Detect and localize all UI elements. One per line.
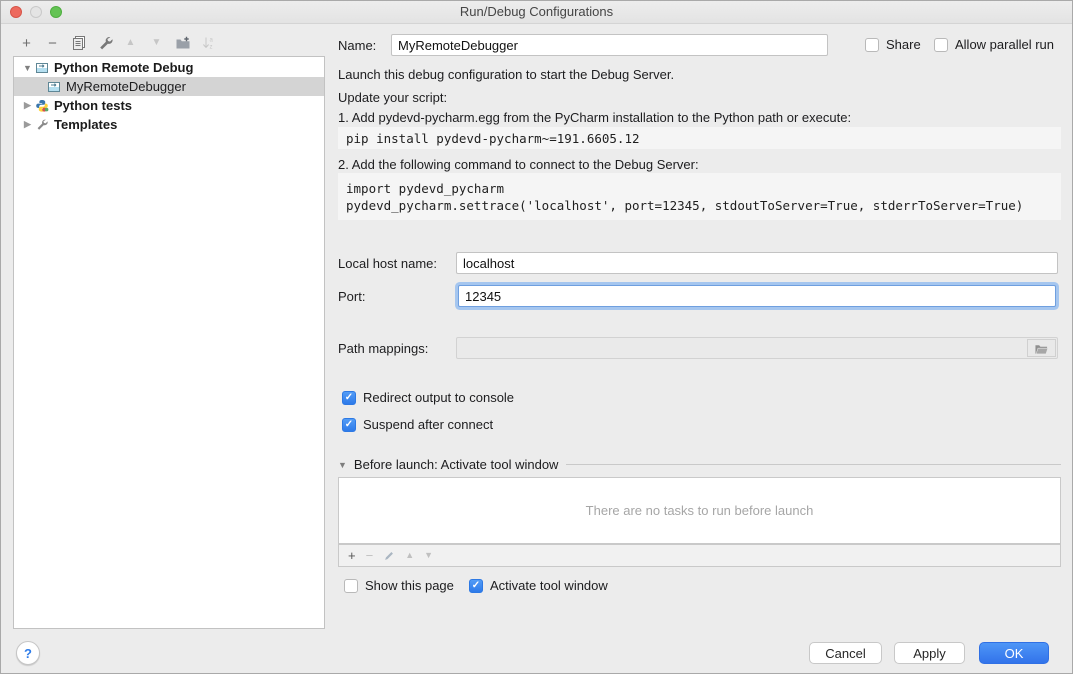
step2-text: 2. Add the following command to connect … <box>338 157 699 172</box>
tree-item-label: Templates <box>54 117 117 132</box>
settrace-code[interactable]: import pydevd_pycharm pydevd_pycharm.set… <box>338 173 1061 220</box>
redirect-output-label: Redirect output to console <box>363 390 514 405</box>
minus-icon: − <box>48 36 57 51</box>
browse-path-mappings-button[interactable] <box>1027 339 1056 357</box>
question-mark-icon: ? <box>24 646 32 661</box>
remote-debug-icon <box>35 61 50 75</box>
allow-parallel-checkbox-row: Allow parallel run <box>934 37 1054 52</box>
description-text: Launch this debug configuration to start… <box>338 67 674 82</box>
chevron-right-icon[interactable]: ▶ <box>22 119 33 130</box>
help-button[interactable]: ? <box>16 641 40 665</box>
before-launch-title: Before launch: Activate tool window <box>354 457 559 472</box>
plus-icon: + <box>22 36 31 51</box>
path-mappings-field[interactable] <box>456 337 1058 359</box>
copy-icon <box>71 35 87 51</box>
add-task-button[interactable]: + <box>348 549 356 562</box>
show-this-page-row: Show this page <box>344 578 454 593</box>
local-host-input[interactable] <box>456 252 1058 274</box>
copy-configuration-button[interactable] <box>70 35 87 52</box>
wrench-icon <box>97 35 113 51</box>
suspend-after-connect-row: Suspend after connect <box>342 417 493 432</box>
window-title: Run/Debug Configurations <box>1 1 1072 23</box>
remote-debug-icon <box>47 80 62 94</box>
step1-text: 1. Add pydevd-pycharm.egg from the PyCha… <box>338 110 851 125</box>
move-down-button[interactable]: ▼ <box>148 35 165 52</box>
share-checkbox-row: Share <box>865 37 921 52</box>
edit-task-button[interactable] <box>383 550 395 562</box>
close-window-button[interactable] <box>10 6 22 18</box>
edit-templates-button[interactable] <box>96 35 113 52</box>
port-label: Port: <box>338 289 365 304</box>
sort-configurations-button[interactable]: a z <box>200 35 217 52</box>
configurations-toolbar: + − ▲ ▼ a z <box>18 34 217 52</box>
pip-command-text: pip install pydevd-pycharm~=191.6605.12 <box>346 130 1053 147</box>
path-mappings-label: Path mappings: <box>338 341 428 356</box>
arrow-up-icon: ▲ <box>126 38 136 48</box>
settrace-code-line1: import pydevd_pycharm <box>346 180 1053 197</box>
activate-tool-window-label: Activate tool window <box>490 578 608 593</box>
name-label: Name: <box>338 38 376 53</box>
activate-tool-window-row: Activate tool window <box>469 578 608 593</box>
show-this-page-checkbox[interactable] <box>344 579 358 593</box>
tree-item-label: Python tests <box>54 98 132 113</box>
redirect-output-row: Redirect output to console <box>342 390 514 405</box>
suspend-after-connect-label: Suspend after connect <box>363 417 493 432</box>
redirect-output-checkbox[interactable] <box>342 391 356 405</box>
remove-task-button[interactable]: − <box>366 549 374 562</box>
allow-parallel-run-label: Allow parallel run <box>955 37 1054 52</box>
tree-item-templates[interactable]: ▶ Templates <box>14 115 324 134</box>
remove-configuration-button[interactable]: − <box>44 35 61 52</box>
share-label: Share <box>886 37 921 52</box>
folder-plus-icon <box>175 35 191 51</box>
ok-button[interactable]: OK <box>979 642 1049 664</box>
update-script-text: Update your script: <box>338 90 447 105</box>
tree-item-python-tests[interactable]: ▶ Python tests <box>14 96 324 115</box>
before-launch-task-list[interactable]: There are no tasks to run before launch <box>338 477 1061 544</box>
pip-command-code[interactable]: pip install pydevd-pycharm~=191.6605.12 <box>338 127 1061 149</box>
svg-text:a: a <box>209 38 213 44</box>
tree-item-label: MyRemoteDebugger <box>66 79 186 94</box>
add-configuration-button[interactable]: + <box>18 35 35 52</box>
move-task-down-button[interactable]: ▼ <box>424 551 433 560</box>
section-divider <box>566 464 1061 465</box>
show-this-page-label: Show this page <box>365 578 454 593</box>
before-launch-toolbar: + − ▲ ▼ <box>338 544 1061 567</box>
name-input[interactable] <box>391 34 828 56</box>
port-input[interactable] <box>458 285 1056 307</box>
configurations-tree: ▼ Python Remote Debug MyRemoteDebugger <box>13 56 325 629</box>
svg-text:z: z <box>209 45 212 51</box>
no-tasks-text: There are no tasks to run before launch <box>586 503 814 518</box>
activate-tool-window-checkbox[interactable] <box>469 579 483 593</box>
move-task-up-button[interactable]: ▲ <box>405 551 414 560</box>
python-tests-icon <box>35 99 50 113</box>
create-folder-button[interactable] <box>174 35 191 52</box>
tree-item-myremotedebugger[interactable]: MyRemoteDebugger <box>14 77 324 96</box>
move-up-button[interactable]: ▲ <box>122 35 139 52</box>
chevron-right-icon[interactable]: ▶ <box>22 100 33 111</box>
minimize-window-button[interactable] <box>30 6 42 18</box>
share-checkbox[interactable] <box>865 38 879 52</box>
sort-az-icon: a z <box>201 35 217 51</box>
arrow-down-icon: ▼ <box>152 38 162 48</box>
title-bar: Run/Debug Configurations <box>1 1 1072 24</box>
pencil-icon <box>383 550 395 562</box>
allow-parallel-run-checkbox[interactable] <box>934 38 948 52</box>
before-launch-header[interactable]: ▼ Before launch: Activate tool window <box>338 457 1061 472</box>
tree-item-label: Python Remote Debug <box>54 60 193 75</box>
local-host-label: Local host name: <box>338 256 437 271</box>
apply-button[interactable]: Apply <box>894 642 965 664</box>
suspend-after-connect-checkbox[interactable] <box>342 418 356 432</box>
wrench-icon <box>35 118 50 132</box>
chevron-down-icon[interactable]: ▼ <box>338 460 347 470</box>
zoom-window-button[interactable] <box>50 6 62 18</box>
tree-item-python-remote-debug[interactable]: ▼ Python Remote Debug <box>14 58 324 77</box>
chevron-down-icon[interactable]: ▼ <box>22 63 33 73</box>
cancel-button[interactable]: Cancel <box>809 642 882 664</box>
run-debug-configurations-dialog: Run/Debug Configurations + − ▲ ▼ <box>0 0 1073 674</box>
settrace-code-line2: pydevd_pycharm.settrace('localhost', por… <box>346 197 1053 214</box>
folder-icon <box>1034 342 1049 355</box>
